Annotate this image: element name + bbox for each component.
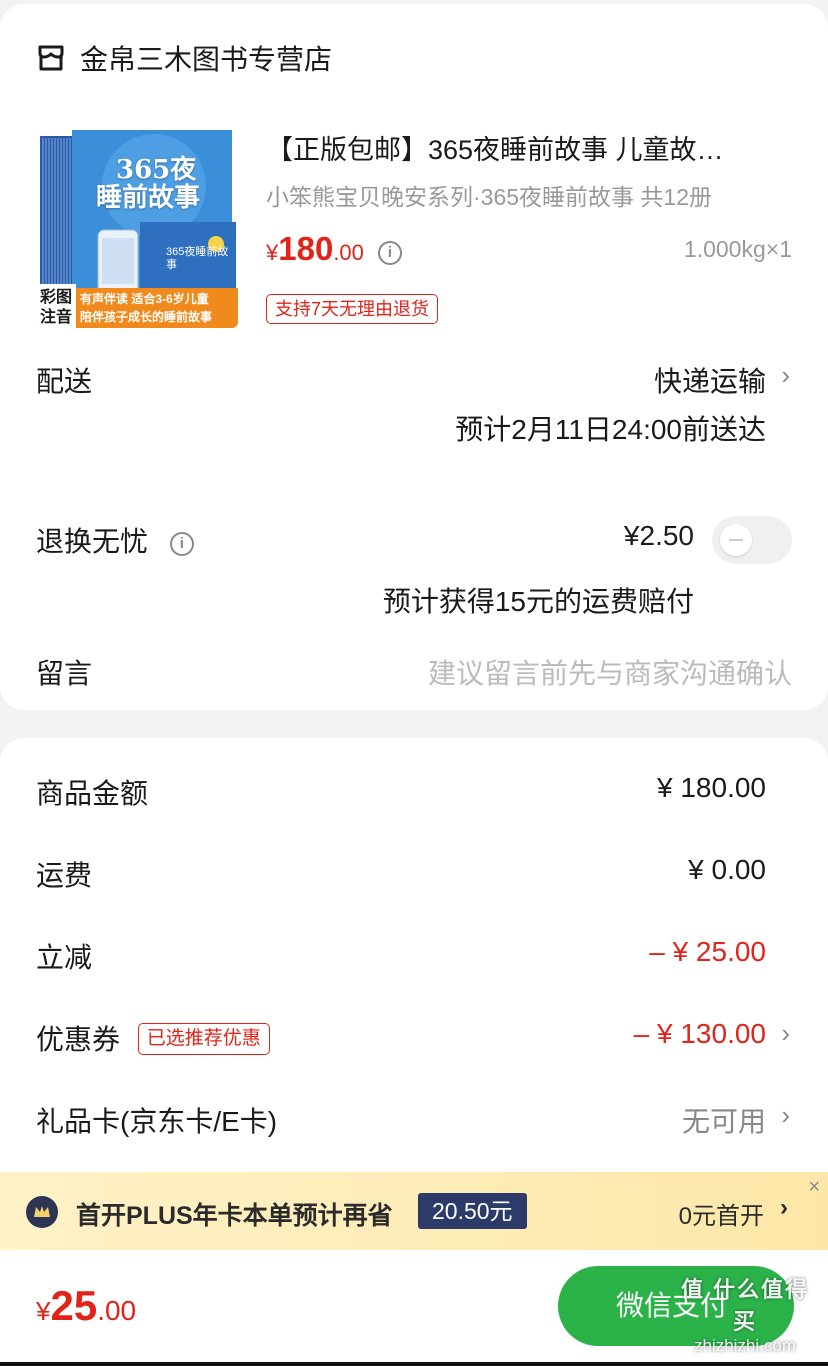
- chevron-right-icon[interactable]: ›: [781, 1018, 790, 1049]
- product-spec: 小笨熊宝贝晚安系列·365夜睡前故事 共12册: [266, 184, 713, 210]
- total-price: ¥ 25 .00: [36, 1282, 137, 1329]
- instant-discount-label: 立减: [36, 942, 93, 973]
- plus-open-link[interactable]: 0元首开: [679, 1196, 764, 1231]
- gift-card-label: 礼品卡(京东卡/E卡): [36, 1106, 278, 1137]
- price-info-icon[interactable]: i: [377, 241, 402, 265]
- shop-header[interactable]: 金帛三木图书专营店: [36, 38, 332, 78]
- shop-name: 金帛三木图书专营店: [80, 44, 333, 75]
- shipping-value: ¥ 0.00: [688, 854, 766, 885]
- message-label: 留言: [36, 658, 93, 689]
- product-price: ¥ 180 .00 i: [266, 230, 402, 268]
- store-icon: [38, 45, 64, 71]
- goods-amount-label: 商品金额: [36, 778, 149, 809]
- delivery-method[interactable]: 快递运输: [654, 360, 766, 400]
- plus-promo-text: 首开PLUS年卡本单预计再省: [76, 1202, 393, 1230]
- coupon-tag: 已选推荐优惠: [137, 1022, 270, 1055]
- product-image[interactable]: 365夜 睡前故事 365夜睡前故事 彩图 注音 有声伴读 适合3-6岁儿童 陪…: [36, 126, 238, 328]
- delivery-estimate: 预计2月11日24:00前送达: [455, 414, 766, 445]
- return-insurance-info-icon[interactable]: i: [169, 532, 194, 556]
- bottom-edge: [0, 1362, 828, 1366]
- return-insurance-price: ¥2.50: [623, 520, 694, 551]
- product-cover-title: 365夜 睡前故事: [96, 155, 201, 213]
- chevron-right-icon[interactable]: ›: [781, 1100, 790, 1131]
- return-insurance-note: 预计获得15元的运费赔付: [382, 586, 694, 617]
- checkout-bar: ¥ 25 .00 微信支付: [0, 1250, 828, 1366]
- instant-discount-value: – ¥ 25.00: [649, 936, 766, 967]
- coupon-value[interactable]: – ¥ 130.00: [634, 1018, 766, 1050]
- goods-amount-value: ¥ 180.00: [657, 772, 766, 803]
- coupon-row[interactable]: 优惠券 已选推荐优惠: [36, 1018, 270, 1058]
- badge-color-pinyin: 彩图 注音: [39, 289, 72, 326]
- product-quantity: 1.000kg×1: [683, 236, 792, 262]
- shipping-label: 运费: [36, 860, 93, 891]
- cover-banner: 有声伴读 适合3-6岁儿童 陪伴孩子成长的睡前故事: [80, 292, 213, 324]
- coupon-label: 优惠券: [36, 1024, 121, 1055]
- toggle-knob: [720, 524, 752, 556]
- return-policy-tag: 支持7天无理由退货: [266, 294, 439, 324]
- close-icon[interactable]: ×: [808, 1176, 820, 1199]
- return-insurance-label: 退换无忧 i: [36, 520, 194, 560]
- chevron-right-icon[interactable]: ›: [780, 1194, 788, 1222]
- plus-promo-banner[interactable]: 首开PLUS年卡本单预计再省 20.50元 0元首开 › ×: [0, 1172, 828, 1250]
- return-insurance-toggle[interactable]: [712, 516, 792, 564]
- product-title[interactable]: 【正版包邮】365夜睡前故事 儿童故…: [266, 128, 786, 167]
- message-input[interactable]: 建议留言前先与商家沟通确认: [428, 652, 792, 692]
- plus-crown-icon: [26, 1196, 58, 1228]
- wechat-pay-button[interactable]: 微信支付: [558, 1266, 794, 1346]
- plus-savings-badge: 20.50元: [418, 1193, 527, 1229]
- chevron-right-icon[interactable]: ›: [781, 360, 790, 391]
- gift-card-value[interactable]: 无可用: [682, 1100, 766, 1140]
- delivery-label: 配送: [36, 366, 93, 397]
- order-card: 金帛三木图书专营店 365夜 睡前故事 365夜睡前故事 彩图 注音 有声伴读 …: [0, 4, 828, 710]
- inner-book-title: 365夜睡前故事: [166, 246, 229, 271]
